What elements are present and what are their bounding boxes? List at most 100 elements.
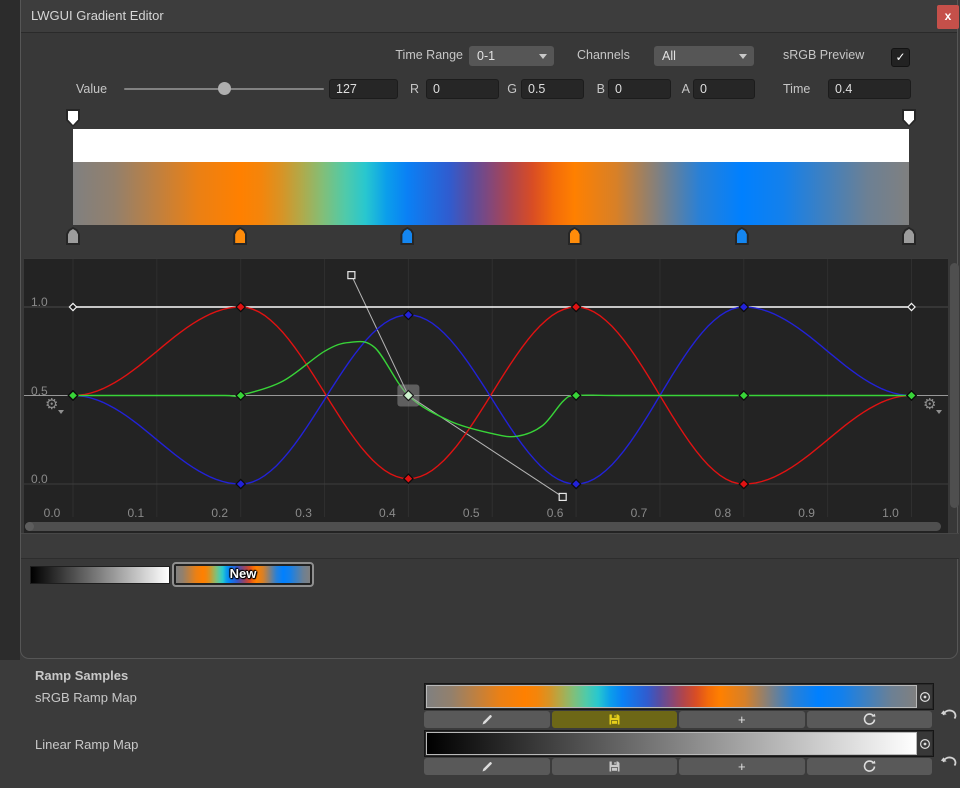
x-tick-label: 0.3 xyxy=(290,506,318,520)
blue-key[interactable] xyxy=(739,302,748,311)
red-key[interactable] xyxy=(236,302,245,311)
channels-value: All xyxy=(662,49,676,63)
color-marker[interactable] xyxy=(568,227,582,245)
window-title: LWGUI Gradient Editor xyxy=(31,8,164,23)
channels-dropdown[interactable]: All xyxy=(654,46,754,66)
picker-dot-icon xyxy=(919,691,931,703)
alpha-key[interactable] xyxy=(908,303,915,310)
add-button[interactable]: + xyxy=(679,711,805,728)
tangent-line xyxy=(351,275,562,497)
red-key[interactable] xyxy=(404,474,413,483)
save-button[interactable] xyxy=(552,711,678,728)
floppy-save-icon xyxy=(608,760,621,773)
save-button[interactable] xyxy=(552,758,678,775)
gradient-color-strip[interactable] xyxy=(73,162,909,225)
color-marker[interactable] xyxy=(400,227,414,245)
x-tick-label: 0.7 xyxy=(625,506,653,520)
revert-button[interactable] xyxy=(940,752,958,770)
value-field[interactable]: 127 xyxy=(329,79,398,99)
plus-icon: + xyxy=(738,712,746,727)
object-picker-button[interactable] xyxy=(917,732,932,755)
green-key[interactable] xyxy=(907,391,916,400)
red-key[interactable] xyxy=(739,479,748,488)
srgb-preview-checkbox[interactable]: ✓ xyxy=(891,48,910,67)
color-marker-fill xyxy=(904,229,914,243)
window-titlebar[interactable]: LWGUI Gradient Editor xyxy=(21,0,957,33)
add-button[interactable]: + xyxy=(679,758,805,775)
edit-button[interactable] xyxy=(424,711,550,728)
pencil-icon xyxy=(480,760,494,774)
preset-swatch-new[interactable]: New xyxy=(172,562,314,587)
alpha-marker[interactable] xyxy=(66,109,80,127)
x-tick-label: 0.8 xyxy=(709,506,737,520)
x-tick-label: 0.4 xyxy=(373,506,401,520)
x-tick-label: 0.0 xyxy=(38,506,66,520)
color-marker-fill xyxy=(402,229,412,243)
color-marker[interactable] xyxy=(233,227,247,245)
linear-ramp-preview[interactable] xyxy=(424,730,934,757)
checkmark-icon: ✓ xyxy=(895,50,905,64)
r-field[interactable]: 0 xyxy=(426,79,499,99)
refresh-icon xyxy=(862,759,877,774)
srgb-ramp-gradient xyxy=(426,685,917,708)
srgb-ramp-preview[interactable] xyxy=(424,683,934,710)
channels-label: Channels xyxy=(577,47,630,63)
chevron-down-icon xyxy=(739,54,747,59)
editor-background-strip xyxy=(0,0,20,660)
object-picker-button[interactable] xyxy=(917,685,932,708)
close-button[interactable]: x xyxy=(937,5,959,29)
x-tick-label: 0.6 xyxy=(541,506,569,520)
y-tick-label: 1.0 xyxy=(31,295,48,309)
a-label: A xyxy=(678,81,690,97)
edit-button[interactable] xyxy=(424,758,550,775)
gear-icon[interactable]: ⚙ xyxy=(45,397,58,412)
scrollbar-thumb-cap xyxy=(25,522,34,531)
value-slider-thumb[interactable] xyxy=(218,82,231,95)
color-marker[interactable] xyxy=(902,227,916,245)
revert-button[interactable] xyxy=(940,705,958,723)
color-marker-fill xyxy=(737,229,747,243)
refresh-icon xyxy=(862,712,877,727)
g-field[interactable]: 0.5 xyxy=(521,79,584,99)
alpha-key[interactable] xyxy=(69,303,76,310)
g-label: G xyxy=(505,81,517,97)
refresh-button[interactable] xyxy=(807,758,933,775)
preset-swatch-grayscale[interactable] xyxy=(30,566,170,584)
linear-ramp-gradient xyxy=(426,732,917,755)
blue-key[interactable] xyxy=(404,310,413,319)
green-key[interactable] xyxy=(572,391,581,400)
alpha-marker[interactable] xyxy=(902,109,916,127)
gear-icon[interactable]: ⚙ xyxy=(923,397,936,412)
time-range-label: Time Range xyxy=(351,47,463,63)
green-key[interactable] xyxy=(236,391,245,400)
gradient-editor-screen: LWGUI Gradient Editor x Time Range 0-1 C… xyxy=(0,0,960,788)
blue-key[interactable] xyxy=(572,479,581,488)
gradient-alpha-strip[interactable] xyxy=(73,129,909,162)
ramp-samples-heading: Ramp Samples xyxy=(35,668,128,683)
x-tick-label: 0.1 xyxy=(122,506,150,520)
floppy-save-icon xyxy=(608,713,621,726)
pencil-icon xyxy=(480,713,494,727)
color-marker[interactable] xyxy=(735,227,749,245)
y-tick-label: 0.0 xyxy=(31,472,48,486)
b-field[interactable]: 0 xyxy=(608,79,671,99)
refresh-button[interactable] xyxy=(807,711,933,728)
blue-key[interactable] xyxy=(236,479,245,488)
time-range-dropdown[interactable]: 0-1 xyxy=(469,46,554,66)
color-marker[interactable] xyxy=(66,227,80,245)
horizontal-scrollbar[interactable] xyxy=(25,522,941,531)
vertical-scrollbar[interactable] xyxy=(950,263,959,508)
green-key[interactable] xyxy=(68,391,77,400)
curve-editor-panel[interactable]: 0.00.10.20.30.40.50.60.70.80.91.0 1.00.5… xyxy=(24,258,948,533)
a-field[interactable]: 0 xyxy=(693,79,755,99)
chevron-down-icon xyxy=(539,54,547,59)
value-label: Value xyxy=(76,81,107,97)
preset-name: New xyxy=(174,566,312,581)
time-field[interactable]: 0.4 xyxy=(828,79,911,99)
alpha-marker-fill xyxy=(68,111,78,125)
b-label: B xyxy=(593,81,605,97)
x-tick-label: 0.2 xyxy=(206,506,234,520)
red-key[interactable] xyxy=(572,302,581,311)
green-key[interactable] xyxy=(739,391,748,400)
linear-ramp-buttons: + xyxy=(424,758,932,775)
